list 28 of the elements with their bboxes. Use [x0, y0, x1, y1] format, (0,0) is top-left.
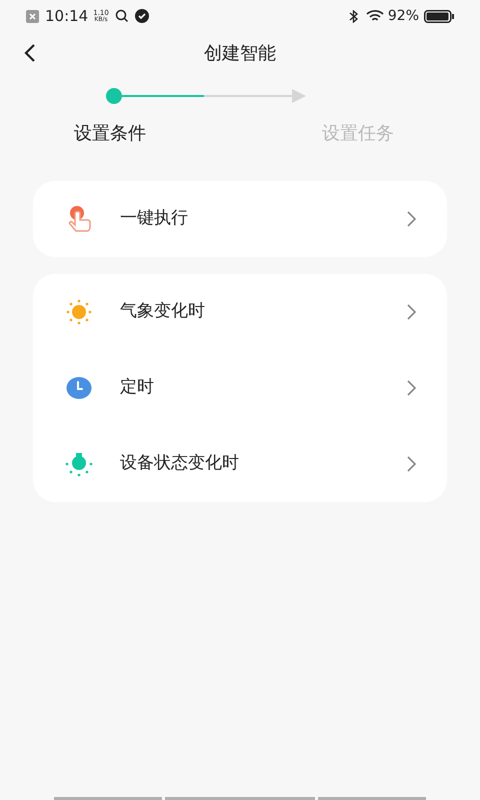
chevron-right-icon [406, 211, 416, 227]
bluetooth-icon [348, 10, 358, 22]
wifi-icon [366, 10, 384, 22]
condition-item[interactable]: 一键执行 [33, 181, 447, 257]
condition-item[interactable]: 定时 [33, 350, 447, 426]
condition-item[interactable]: 气象变化时 [33, 274, 447, 350]
condition-label: 设备状态变化时 [120, 452, 240, 476]
sun-icon [64, 299, 94, 325]
condition-item[interactable]: 设备状态变化时 [33, 426, 447, 502]
battery-percent: 92% [388, 6, 419, 26]
chevron-right-icon [406, 304, 416, 320]
battery-icon [424, 10, 454, 22]
hand-tap-icon [66, 205, 92, 233]
chevron-right-icon [406, 456, 416, 472]
condition-label: 一键执行 [120, 207, 189, 230]
step-label: 设置任务 [322, 122, 394, 146]
notification-icon [26, 10, 39, 22]
clock-icon [66, 376, 92, 400]
step-label: 设置条件 [74, 122, 146, 146]
condition-label: 定时 [120, 376, 155, 400]
condition-label: 气象变化时 [120, 300, 206, 324]
back-icon [24, 43, 36, 63]
bulb-icon [64, 451, 94, 477]
page-title: 创建智能 [204, 42, 276, 66]
status-time: 10:14 [45, 6, 88, 27]
chevron-right-icon [406, 380, 416, 396]
check-circle-icon [134, 9, 149, 23]
search-icon [114, 9, 129, 23]
